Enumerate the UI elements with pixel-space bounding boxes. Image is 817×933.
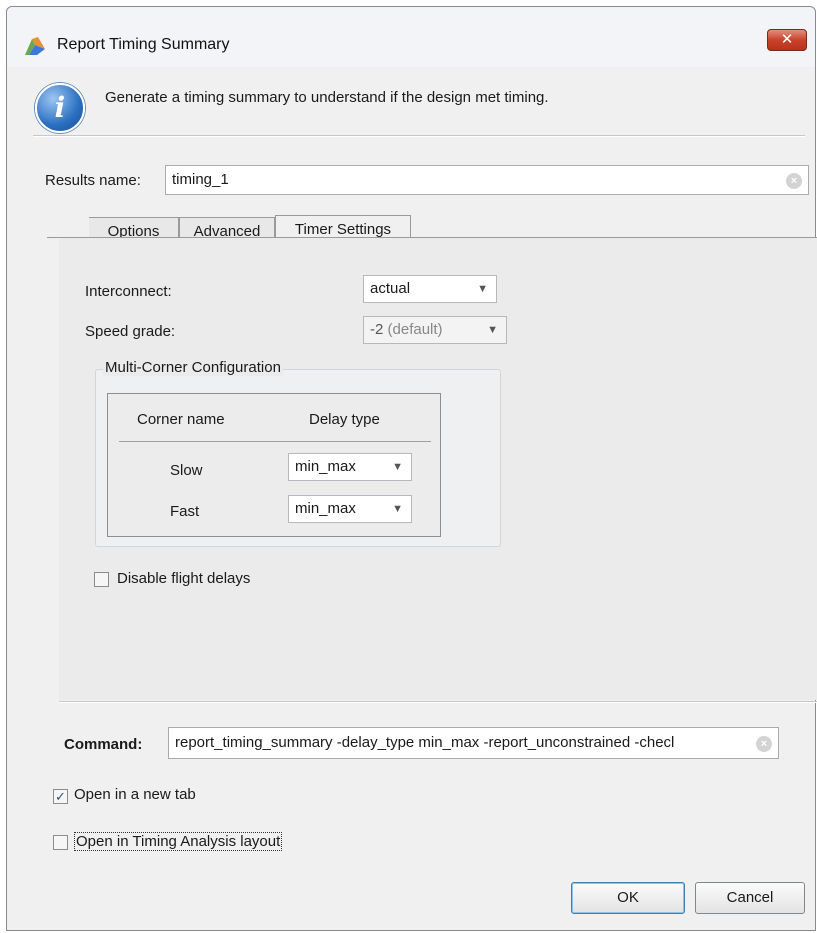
cancel-button[interactable]: Cancel bbox=[695, 882, 805, 914]
open-timing-layout-label[interactable]: Open in Timing Analysis layout bbox=[74, 832, 283, 851]
corner-slow-label: Slow bbox=[170, 462, 203, 479]
info-description: Generate a timing summary to understand … bbox=[105, 89, 549, 106]
table-header-divider bbox=[119, 441, 431, 442]
chevron-down-icon: ▼ bbox=[477, 283, 488, 295]
speed-grade-label: Speed grade: bbox=[85, 323, 176, 340]
vivado-app-icon bbox=[25, 37, 45, 55]
fast-delay-type-select[interactable]: min_max ▼ bbox=[288, 495, 412, 523]
open-new-tab-checkbox[interactable]: ✓ bbox=[53, 789, 68, 804]
close-icon: ✕ bbox=[780, 31, 794, 48]
open-new-tab-label[interactable]: Open in a new tab bbox=[74, 786, 196, 803]
command-field[interactable]: report_timing_summary -delay_type min_ma… bbox=[168, 727, 779, 759]
chevron-down-icon: ▼ bbox=[392, 461, 403, 473]
results-name-value: timing_1 bbox=[172, 171, 229, 188]
title-bar[interactable]: Report Timing Summary ✕ bbox=[7, 7, 815, 67]
dialog-title: Report Timing Summary bbox=[57, 36, 230, 53]
command-value: report_timing_summary -delay_type min_ma… bbox=[175, 734, 675, 751]
close-button[interactable]: ✕ bbox=[767, 29, 807, 51]
corner-name-header: Corner name bbox=[137, 411, 225, 428]
delay-type-header: Delay type bbox=[309, 411, 380, 428]
results-name-label: Results name: bbox=[45, 172, 141, 189]
interconnect-select[interactable]: actual ▼ bbox=[363, 275, 497, 303]
chevron-down-icon: ▼ bbox=[487, 324, 498, 336]
info-icon: i bbox=[35, 83, 85, 133]
clear-results-name-icon[interactable]: × bbox=[786, 173, 802, 189]
header-divider bbox=[33, 135, 805, 137]
panel-bottom-divider bbox=[59, 701, 817, 703]
chevron-down-icon: ▼ bbox=[392, 503, 403, 515]
disable-flight-delays-label[interactable]: Disable flight delays bbox=[117, 570, 250, 587]
results-name-input[interactable]: timing_1 × bbox=[165, 165, 809, 195]
speed-grade-select[interactable]: -2 (default) ▼ bbox=[363, 316, 507, 344]
report-timing-summary-dialog: Report Timing Summary ✕ i Generate a tim… bbox=[6, 6, 817, 931]
clear-command-icon[interactable]: × bbox=[756, 736, 772, 752]
disable-flight-delays-checkbox[interactable] bbox=[94, 572, 109, 587]
multi-corner-title: Multi-Corner Configuration bbox=[103, 359, 283, 376]
corner-fast-label: Fast bbox=[170, 503, 200, 520]
interconnect-label: Interconnect: bbox=[85, 283, 172, 300]
open-timing-layout-checkbox[interactable] bbox=[53, 835, 68, 850]
command-label: Command: bbox=[64, 736, 143, 753]
slow-delay-type-select[interactable]: min_max ▼ bbox=[288, 453, 412, 481]
ok-button[interactable]: OK bbox=[571, 882, 685, 914]
